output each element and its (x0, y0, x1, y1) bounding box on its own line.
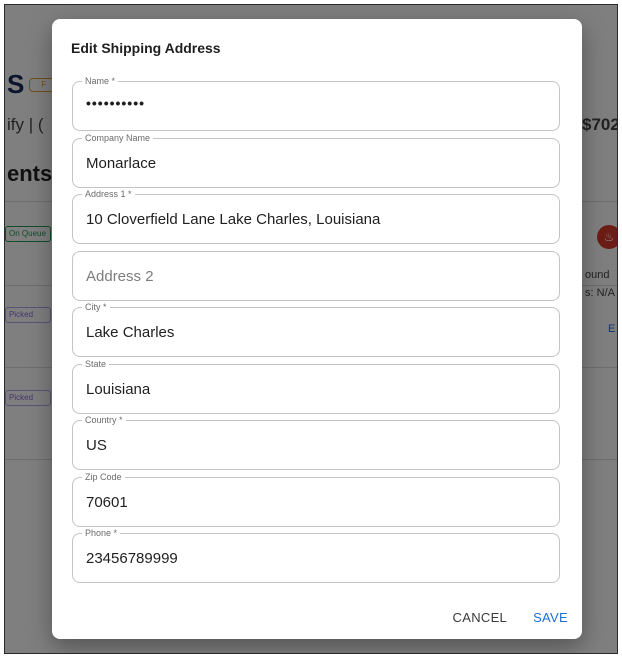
phone-field[interactable]: Phone * 23456789999 (72, 527, 560, 583)
zip-code-label: Zip Code (82, 471, 125, 483)
phone-value[interactable]: 23456789999 (86, 550, 178, 567)
name-value[interactable]: •••••••••• (86, 95, 145, 111)
zip-code-value[interactable]: 70601 (86, 494, 128, 511)
dialog-actions: CANCEL SAVE (453, 610, 568, 625)
cancel-button[interactable]: CANCEL (453, 610, 508, 625)
address-1-label: Address 1 * (82, 188, 135, 200)
name-label: Name * (82, 75, 119, 87)
screenshot-frame: S F ify | ( $702 ents On Queue Picked Pi… (4, 4, 618, 654)
city-label: City * (82, 301, 110, 313)
company-name-value[interactable]: Monarlace (86, 155, 156, 172)
company-name-field[interactable]: Company Name Monarlace (72, 132, 560, 188)
address-1-value[interactable]: 10 Cloverfield Lane Lake Charles, Louisi… (86, 211, 380, 228)
country-label: Country * (82, 414, 126, 426)
city-value[interactable]: Lake Charles (86, 324, 174, 341)
country-field[interactable]: Country * US (72, 414, 560, 470)
company-name-label: Company Name (82, 132, 154, 144)
save-button[interactable]: SAVE (533, 610, 568, 625)
address-2-field[interactable]: Address 2 (72, 251, 560, 301)
edit-shipping-address-dialog: Edit Shipping Address Name * •••••••••• … (52, 19, 582, 639)
state-label: State (82, 358, 110, 370)
phone-label: Phone * (82, 527, 121, 539)
zip-code-field[interactable]: Zip Code 70601 (72, 471, 560, 527)
address-2-placeholder[interactable]: Address 2 (86, 268, 154, 285)
state-field[interactable]: State Louisiana (72, 358, 560, 414)
address-1-field[interactable]: Address 1 * 10 Cloverfield Lane Lake Cha… (72, 188, 560, 244)
city-field[interactable]: City * Lake Charles (72, 301, 560, 357)
country-value[interactable]: US (86, 437, 107, 454)
dialog-title: Edit Shipping Address (71, 40, 221, 56)
state-value[interactable]: Louisiana (86, 381, 150, 398)
name-field[interactable]: Name * •••••••••• (72, 75, 560, 131)
